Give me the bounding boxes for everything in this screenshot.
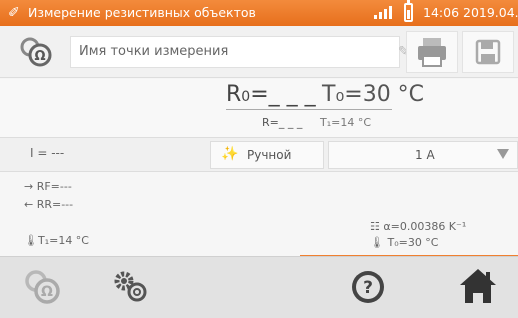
save-icon bbox=[475, 39, 501, 65]
signal-icon bbox=[374, 6, 392, 19]
help-button[interactable]: ? bbox=[340, 261, 396, 313]
r-measured-value: R=_ _ _ bbox=[262, 116, 303, 129]
chevron-down-icon bbox=[497, 149, 509, 159]
screen: ✐ Измерение резистивных объектов 14:06 2… bbox=[0, 0, 518, 318]
alpha-coefficient: ☷ α=0.00386 K⁻¹ bbox=[370, 220, 467, 233]
measurement-point-name-field[interactable]: Имя точки измерения bbox=[70, 36, 400, 68]
print-icon bbox=[418, 38, 446, 67]
current-range-label: 1 A bbox=[415, 148, 435, 162]
object-type-button[interactable]: Ω bbox=[16, 261, 72, 313]
t1-temperature-info: 🌡︎T₁=14 °C bbox=[24, 234, 89, 247]
bottom-toolbar: Ω ? bbox=[0, 256, 518, 318]
t0-temperature-info: 🌡︎ T₀=30 °C bbox=[370, 236, 439, 249]
help-icon: ? bbox=[352, 271, 384, 303]
screen-title: Измерение резистивных объектов bbox=[28, 5, 256, 20]
alpha-coefficient-value: α=0.00386 K⁻¹ bbox=[383, 220, 467, 233]
measurement-point-row: Ω Имя точки измерения ✎ bbox=[0, 26, 518, 78]
print-button[interactable] bbox=[406, 31, 458, 73]
measurement-mode-label: Ручной bbox=[247, 148, 292, 162]
info-panel: → RF=--- ← RR=--- 🌡︎T₁=14 °C ☷ α=0.00386… bbox=[0, 172, 518, 257]
svg-text:?: ? bbox=[363, 278, 373, 298]
rr-reverse-resistance: ← RR=--- bbox=[24, 198, 74, 211]
home-button[interactable] bbox=[450, 261, 506, 313]
clock: 14:06 2019.04.10 bbox=[423, 5, 518, 20]
r0-symbol: R bbox=[226, 82, 242, 107]
measurement-controls: I = --- ✨ Ручной 1 A bbox=[0, 138, 518, 172]
resistive-object-icon: Ω bbox=[25, 270, 60, 304]
current-value: I = --- bbox=[30, 146, 65, 160]
t0-temperature-value: T₀=30 °C bbox=[387, 236, 439, 249]
main-result-panel: R0=_ _ _ T₀=30 °C R=_ _ _ T₁=14 °C bbox=[0, 79, 518, 138]
resistive-object-icon: Ω bbox=[20, 37, 52, 67]
current-range-select[interactable]: 1 A bbox=[328, 141, 518, 169]
result-divider bbox=[226, 109, 392, 110]
svg-text:Ω: Ω bbox=[41, 284, 53, 300]
measurement-mode-button[interactable]: ✨ Ручной bbox=[210, 141, 324, 169]
manual-mode-icon: ✨ bbox=[221, 146, 239, 162]
pen-icon: ✐ bbox=[8, 5, 20, 21]
status-bar: ✐ Измерение резистивных объектов 14:06 2… bbox=[0, 0, 518, 26]
r0-subscript: 0 bbox=[241, 89, 251, 105]
svg-text:Ω: Ω bbox=[34, 49, 45, 64]
settings-gears-icon bbox=[114, 271, 147, 302]
t0-reference-temperature: T₀=30 °C bbox=[322, 82, 425, 107]
save-button[interactable] bbox=[462, 31, 514, 73]
r0-result: R0=_ _ _ bbox=[226, 82, 316, 107]
t1-temperature-value: T₁=14 °C bbox=[37, 234, 89, 247]
battery-icon bbox=[404, 0, 413, 22]
r0-value: =_ _ _ bbox=[250, 82, 316, 107]
t1-object-temperature: T₁=14 °C bbox=[320, 116, 372, 129]
settings-button[interactable] bbox=[104, 261, 160, 313]
rf-forward-resistance: → RF=--- bbox=[24, 180, 72, 193]
home-icon bbox=[460, 269, 496, 303]
